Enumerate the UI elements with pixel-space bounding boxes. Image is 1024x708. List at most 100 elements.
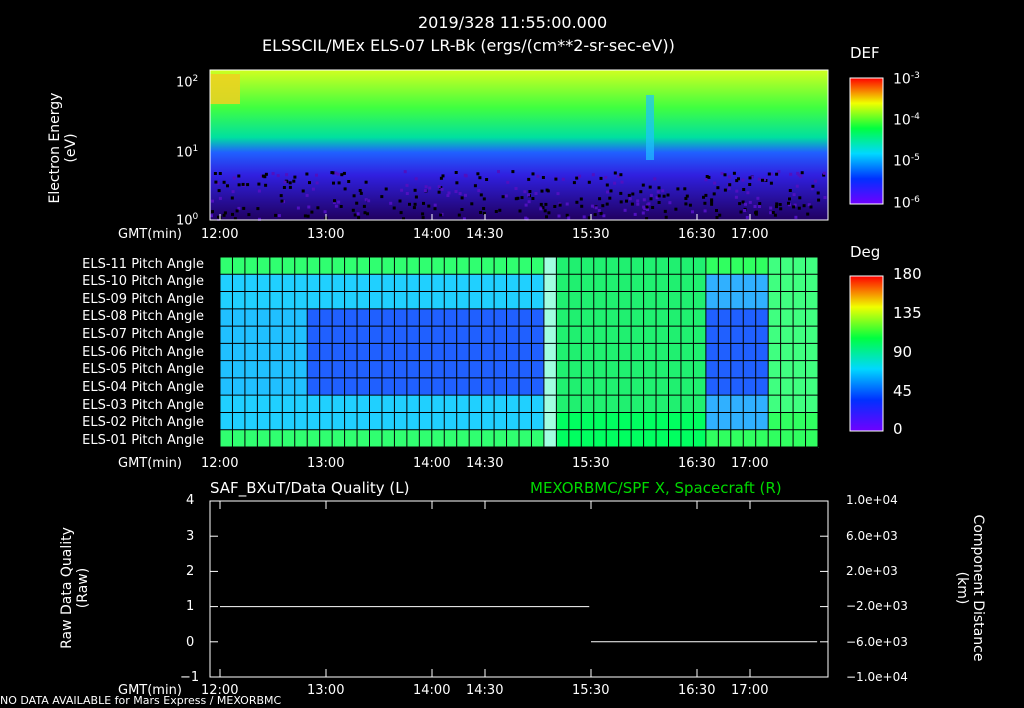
- pitch-cell: [730, 395, 744, 413]
- pitch-cell: [793, 412, 807, 431]
- pitch-cell: [357, 377, 370, 396]
- noise-speck: [639, 190, 643, 194]
- noise-speck: [277, 214, 281, 218]
- pitch-cell: [643, 360, 657, 379]
- pitch-cell: [419, 377, 433, 396]
- noise-speck: [743, 209, 747, 212]
- noise-speck: [597, 209, 601, 212]
- noise-speck: [567, 216, 571, 220]
- pitch-cell: [780, 343, 794, 362]
- pitch-cell: [755, 377, 769, 396]
- pitch-cell: [431, 274, 445, 293]
- pitch-cell: [643, 308, 657, 327]
- noise-speck: [723, 173, 727, 177]
- noise-speck: [333, 199, 336, 203]
- pitch-cell: [444, 326, 458, 344]
- pitch-cell: [394, 308, 408, 327]
- pitch-cell: [793, 257, 807, 275]
- pitch-cell: [220, 377, 233, 396]
- noise-speck: [408, 202, 411, 206]
- pitch-cell: [469, 360, 483, 379]
- noise-speck: [715, 209, 718, 212]
- noise-speck: [777, 170, 781, 174]
- pitch-cell: [618, 412, 632, 431]
- pitch-cell: [519, 326, 532, 344]
- noise-speck: [758, 205, 761, 208]
- noise-speck: [403, 170, 407, 174]
- noise-speck: [769, 206, 773, 210]
- pitch-cell: [494, 360, 508, 379]
- noise-speck: [421, 212, 425, 216]
- pitch-cell: [618, 326, 632, 344]
- pitch-cell: [693, 257, 707, 275]
- noise-speck: [627, 193, 631, 197]
- noise-speck: [816, 191, 820, 195]
- pitch-cell: [680, 412, 694, 431]
- noise-speck: [668, 201, 672, 205]
- pitch-cell: [469, 412, 483, 431]
- noise-speck: [399, 211, 403, 215]
- pitch-cell: [631, 360, 645, 379]
- pitch-cell: [793, 429, 807, 448]
- noise-speck: [305, 172, 309, 176]
- pitch-cell: [780, 308, 794, 327]
- pitch-cell: [456, 257, 470, 275]
- noise-speck: [648, 185, 652, 189]
- pitch-cell: [705, 274, 719, 293]
- pitch-cell: [780, 395, 794, 413]
- pitch-cell: [743, 360, 757, 379]
- pitch-cell: [294, 429, 308, 448]
- plot-graphics: [209, 69, 884, 678]
- pitch-cell: [743, 257, 757, 275]
- pitch-cell: [332, 291, 346, 310]
- noise-speck: [285, 173, 289, 177]
- noise-speck: [423, 189, 427, 193]
- noise-speck: [271, 172, 275, 176]
- pitch-cell: [693, 308, 707, 327]
- pitch-cell: [469, 343, 483, 362]
- pitch-cell: [307, 377, 321, 396]
- noise-speck: [758, 202, 762, 206]
- pitch-cell: [593, 429, 607, 448]
- pitch-cell: [705, 412, 719, 431]
- noise-speck: [247, 213, 251, 217]
- pitch-cell: [419, 412, 433, 431]
- pitch-cell: [718, 257, 732, 275]
- pitch-cell: [494, 343, 508, 362]
- noise-speck: [511, 170, 515, 174]
- noise-speck: [524, 203, 528, 207]
- pitch-cell: [631, 308, 645, 327]
- pitch-cell: [680, 360, 694, 379]
- pitch-cell: [332, 429, 346, 448]
- noise-speck: [789, 172, 793, 176]
- pitch-cell: [294, 343, 308, 362]
- pitch-cell: [381, 308, 395, 327]
- pitch-cell: [456, 360, 470, 379]
- pitch-cell: [618, 274, 632, 293]
- pitch-cell: [257, 257, 271, 275]
- pitch-cell: [618, 308, 632, 327]
- pitch-cell: [581, 326, 595, 344]
- noise-speck: [527, 200, 531, 204]
- noise-speck: [235, 209, 239, 213]
- pitch-cell: [606, 343, 620, 362]
- pitch-cell: [718, 395, 732, 413]
- pitch-cell: [357, 343, 370, 362]
- noise-speck: [590, 204, 594, 208]
- pitch-cell: [568, 395, 582, 413]
- pitch-cell: [494, 326, 508, 344]
- noise-speck: [591, 173, 595, 177]
- noise-speck: [662, 194, 666, 198]
- noise-speck: [470, 202, 474, 206]
- noise-speck: [565, 213, 569, 217]
- pitch-cell: [257, 360, 271, 379]
- noise-speck: [642, 205, 646, 209]
- pitch-cell: [593, 291, 607, 310]
- noise-speck: [355, 201, 359, 205]
- noise-speck: [520, 196, 524, 200]
- noise-speck: [439, 213, 443, 217]
- pitch-cell: [643, 343, 657, 362]
- pitch-cell: [344, 395, 358, 413]
- noise-speck: [518, 209, 522, 213]
- pitch-cell: [668, 395, 682, 413]
